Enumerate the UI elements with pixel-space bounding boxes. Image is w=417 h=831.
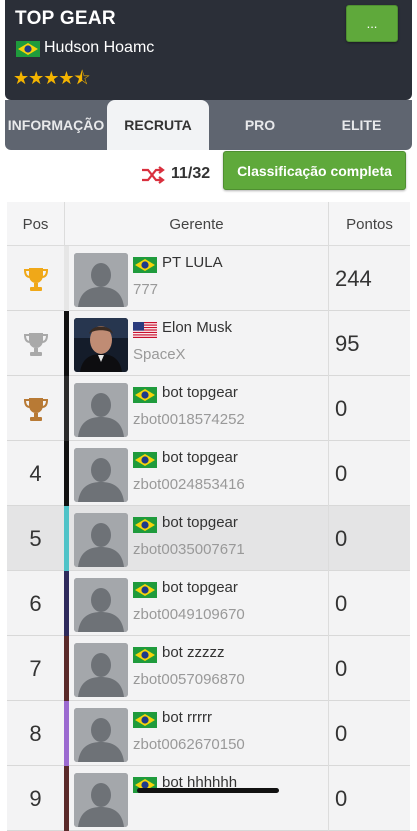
manager-name: bot topgear: [162, 514, 238, 531]
position-cell: 5: [7, 506, 64, 571]
points-value: 0: [335, 460, 348, 486]
points-value: 0: [335, 785, 348, 811]
position-cell: [7, 246, 64, 311]
tab-informacao[interactable]: INFORMAÇÃO: [5, 100, 107, 150]
position-number: 4: [29, 460, 42, 486]
rating-stars: ★★★★⯪: [13, 68, 91, 88]
team-name: SpaceX: [133, 346, 186, 363]
team-color-stripe: [64, 571, 69, 636]
brazil-flag-icon: [133, 712, 157, 728]
position-number: 7: [29, 655, 42, 681]
manager-avatar[interactable]: [74, 643, 128, 697]
team-name: zbot0024853416: [133, 476, 245, 493]
gold-trophy-icon: [23, 267, 48, 291]
table-row[interactable]: bot topgear zbot0018574252 0: [7, 376, 410, 441]
position-cell: [7, 376, 64, 441]
menu-button[interactable]: ...: [346, 5, 398, 42]
position-cell: 9: [7, 766, 64, 831]
team-color-stripe: [64, 376, 69, 441]
brazil-flag-icon: [133, 517, 157, 533]
manager-avatar[interactable]: [74, 578, 128, 632]
position-number: 8: [29, 720, 42, 746]
table-row[interactable]: PT LULA 777 244: [7, 246, 410, 311]
full-ranking-button[interactable]: Classificação completa: [223, 151, 406, 190]
team-color-stripe: [64, 246, 69, 311]
team-color-stripe: [64, 636, 69, 701]
header-manager[interactable]: Gerente: [65, 202, 328, 246]
position-number: 6: [29, 590, 42, 616]
table-header: Pos Gerente Pontos: [7, 202, 410, 246]
position-number: 5: [29, 525, 42, 551]
points-value: 244: [335, 265, 372, 291]
ranking-table: Pos Gerente Pontos PT LULA 777 244 Elon Mus…: [7, 202, 410, 831]
manager-avatar[interactable]: [74, 383, 128, 437]
points-value: 0: [335, 395, 348, 421]
manager-avatar[interactable]: [74, 513, 128, 567]
points-value: 0: [335, 590, 348, 616]
position-cell: [7, 311, 64, 376]
tab-pro[interactable]: PRO: [209, 100, 311, 150]
shuffle-icon[interactable]: [140, 164, 166, 186]
brazil-flag-icon: [133, 582, 157, 598]
table-row[interactable]: 7 bot zzzzz zbot0057096870 0: [7, 636, 410, 701]
manager-name: bot rrrrr: [162, 709, 212, 726]
brazil-flag-icon: [133, 387, 157, 403]
brazil-flag-icon: [133, 647, 157, 663]
bronze-trophy-icon: [23, 397, 48, 421]
brazil-flag-icon: [16, 41, 40, 57]
manager-name: Hudson Hoamc: [44, 39, 155, 56]
brazil-flag-icon: [133, 452, 157, 468]
position-cell: 4: [7, 441, 64, 506]
position-number: 9: [29, 785, 42, 811]
team-name: zbot0018574252: [133, 411, 245, 428]
team-color-stripe: [64, 441, 69, 506]
header-card: TOP GEAR Hudson Hoamc ★★★★⯪ ...: [5, 0, 412, 100]
table-row[interactable]: 9 bot hhhhhh 0: [7, 766, 410, 831]
points-value: 95: [335, 330, 360, 356]
brazil-flag-icon: [133, 257, 157, 273]
position-cell: 7: [7, 636, 64, 701]
team-name: zbot0062670150: [133, 736, 245, 753]
manager-avatar[interactable]: [74, 773, 128, 827]
points-value: 0: [335, 720, 348, 746]
tab-recruta[interactable]: RECRUTA: [107, 100, 209, 150]
header-points[interactable]: Pontos: [329, 202, 410, 246]
manager-avatar[interactable]: [74, 318, 128, 372]
manager-name: PT LULA: [162, 254, 223, 271]
manager-avatar[interactable]: [74, 708, 128, 762]
table-row[interactable]: 5 bot topgear zbot0035007671 0: [7, 506, 410, 571]
team-header: TOP GEAR Hudson Hoamc ★★★★⯪ ... INFORMAÇ…: [0, 0, 417, 150]
league-title: TOP GEAR: [15, 8, 116, 29]
usa-flag-icon: [133, 322, 157, 338]
manager-count: 11/32: [171, 165, 211, 182]
manager-name: bot topgear: [162, 384, 238, 401]
tab-elite[interactable]: ELITE: [311, 100, 412, 150]
team-color-stripe: [64, 311, 69, 376]
table-row[interactable]: 4 bot topgear zbot0024853416 0: [7, 441, 410, 506]
manager-avatar[interactable]: [74, 253, 128, 307]
home-indicator: [137, 788, 279, 793]
team-name: zbot0049109670: [133, 606, 245, 623]
silver-trophy-icon: [23, 332, 48, 356]
team-color-stripe: [64, 766, 69, 831]
manager-name: Elon Musk: [162, 319, 233, 336]
team-name: zbot0035007671: [133, 541, 245, 558]
position-cell: 6: [7, 571, 64, 636]
team-color-stripe: [64, 701, 69, 766]
manager-avatar[interactable]: [74, 448, 128, 502]
points-value: 0: [335, 655, 348, 681]
manager-name: bot zzzzz: [162, 644, 225, 661]
table-row[interactable]: Elon Musk SpaceX 95: [7, 311, 410, 376]
manager-name: bot topgear: [162, 579, 238, 596]
tab-bar: INFORMAÇÃO RECRUTA PRO ELITE: [5, 100, 412, 150]
team-name: 777: [133, 281, 159, 298]
table-row[interactable]: 6 bot topgear zbot0049109670 0: [7, 571, 410, 636]
team-name: zbot0057096870: [133, 671, 245, 688]
points-value: 0: [335, 525, 348, 551]
header-pos[interactable]: Pos: [7, 202, 64, 246]
position-cell: 8: [7, 701, 64, 766]
team-color-stripe: [64, 506, 69, 571]
manager-name: bot topgear: [162, 449, 238, 466]
table-row[interactable]: 8 bot rrrrr zbot0062670150 0: [7, 701, 410, 766]
